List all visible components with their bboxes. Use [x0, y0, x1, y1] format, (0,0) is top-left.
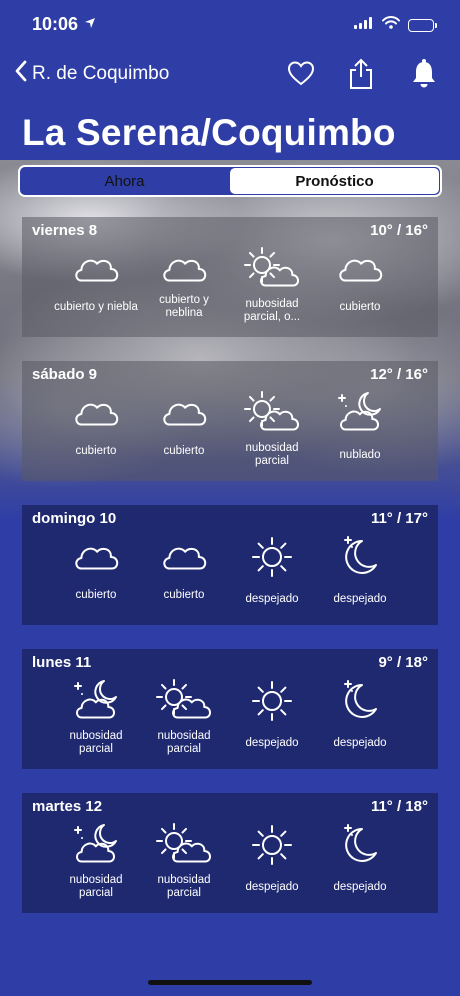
moon-icon: [316, 821, 404, 869]
forecast-list: viernes 8 10° / 16° cubierto y niebla cu…: [22, 217, 438, 937]
temperature-range: 12° / 16°: [370, 366, 428, 383]
condition-label: nubosidad parcial, o...: [243, 298, 301, 323]
day-label: lunes 11: [32, 654, 92, 671]
forecast-slot: nubosidad parcial: [140, 821, 228, 901]
moon-cloud-icon: [52, 821, 140, 869]
moon-cloud-icon: [52, 677, 140, 725]
status-bar: 10:06: [0, 0, 460, 50]
condition-label: nubosidad parcial: [69, 874, 123, 899]
sun-icon: [228, 677, 316, 725]
condition-label: cubierto: [75, 588, 117, 601]
cloud-icon: [52, 389, 140, 433]
battery-icon: [408, 18, 437, 32]
forecast-slot: nubosidad parcial: [52, 677, 140, 757]
forecast-slot: cubierto: [52, 533, 140, 613]
page-title: La Serena/Coquimbo: [22, 112, 396, 153]
forecast-slot: despejado: [228, 677, 316, 757]
sun-cloud-icon: [228, 245, 316, 293]
forecast-slot: nubosidad parcial, o...: [228, 245, 316, 325]
forecast-slot: cubierto: [140, 533, 228, 613]
forecast-slot: despejado: [316, 677, 404, 757]
wifi-icon: [382, 16, 400, 34]
condition-label: nublado: [339, 448, 381, 461]
sun-cloud-icon: [140, 821, 228, 869]
forecast-slot: cubierto y niebla: [52, 245, 140, 325]
condition-label: cubierto: [163, 444, 205, 457]
cloud-icon: [316, 245, 404, 289]
forecast-slot: cubierto: [52, 389, 140, 469]
forecast-card[interactable]: lunes 11 9° / 18° nubosidad parcial nubo…: [22, 649, 438, 769]
day-label: viernes 8: [32, 222, 98, 239]
forecast-slot: despejado: [228, 821, 316, 901]
forecast-card[interactable]: viernes 8 10° / 16° cubierto y niebla cu…: [22, 217, 438, 337]
cloud-icon: [52, 533, 140, 577]
forecast-slot: nubosidad parcial: [52, 821, 140, 901]
condition-label: cubierto y neblina: [159, 294, 209, 319]
cloud-icon: [52, 245, 140, 289]
forecast-card[interactable]: domingo 10 11° / 17° cubierto cubierto d…: [22, 505, 438, 625]
home-indicator: [148, 980, 312, 985]
temperature-range: 11° / 18°: [370, 798, 428, 815]
condition-label: cubierto y niebla: [54, 300, 138, 313]
forecast-slot: cubierto y neblina: [140, 245, 228, 325]
forecast-card[interactable]: sábado 9 12° / 16° cubierto cubierto nub…: [22, 361, 438, 481]
forecast-slot: cubierto: [316, 245, 404, 325]
sun-icon: [228, 533, 316, 581]
forecast-slot: nubosidad parcial: [228, 389, 316, 469]
forecast-slot: nublado: [316, 389, 404, 469]
location-arrow-icon: [84, 16, 96, 34]
chevron-left-icon: [14, 60, 28, 88]
condition-label: despejado: [333, 736, 387, 749]
moon-icon: [316, 533, 404, 581]
condition-label: cubierto: [75, 444, 117, 457]
condition-label: nubosidad parcial: [157, 874, 211, 899]
condition-label: nubosidad parcial: [245, 442, 299, 467]
condition-label: cubierto: [339, 300, 381, 313]
forecast-slot: cubierto: [140, 389, 228, 469]
heart-icon[interactable]: [286, 58, 316, 90]
cloud-icon: [140, 389, 228, 433]
condition-label: cubierto: [163, 588, 205, 601]
sun-cloud-icon: [140, 677, 228, 725]
forecast-slot: despejado: [316, 533, 404, 613]
cloud-icon: [140, 245, 228, 289]
bell-icon[interactable]: [410, 58, 440, 90]
temperature-range: 9° / 18°: [378, 654, 428, 671]
status-time: 10:06: [32, 14, 79, 34]
condition-label: nubosidad parcial: [157, 730, 211, 755]
sun-icon: [228, 821, 316, 869]
share-icon[interactable]: [348, 58, 378, 90]
condition-label: despejado: [245, 880, 299, 893]
sun-cloud-icon: [228, 389, 316, 437]
temperature-range: 10° / 16°: [370, 222, 428, 239]
condition-label: despejado: [245, 592, 299, 605]
temperature-range: 11° / 17°: [370, 510, 428, 527]
forecast-slot: nubosidad parcial: [140, 677, 228, 757]
forecast-card[interactable]: martes 12 11° / 18° nubosidad parcial nu…: [22, 793, 438, 913]
back-label: R. de Coquimbo: [32, 63, 170, 84]
condition-label: nubosidad parcial: [69, 730, 123, 755]
back-button[interactable]: R. de Coquimbo: [14, 60, 169, 88]
condition-label: despejado: [333, 592, 387, 605]
forecast-slot: despejado: [316, 821, 404, 901]
signal-icon: [354, 16, 374, 34]
day-label: domingo 10: [32, 510, 117, 527]
tab-pronostico[interactable]: Pronóstico: [230, 168, 439, 194]
day-label: martes 12: [32, 798, 103, 815]
moon-icon: [316, 677, 404, 725]
condition-label: despejado: [245, 736, 299, 749]
forecast-slot: despejado: [228, 533, 316, 613]
day-label: sábado 9: [32, 366, 98, 383]
moon-cloud-icon: [316, 389, 404, 437]
navigation-bar: R. de Coquimbo: [0, 52, 460, 96]
condition-label: despejado: [333, 880, 387, 893]
segmented-control: Ahora Pronóstico: [18, 165, 442, 197]
tab-ahora[interactable]: Ahora: [20, 167, 229, 195]
cloud-icon: [140, 533, 228, 577]
